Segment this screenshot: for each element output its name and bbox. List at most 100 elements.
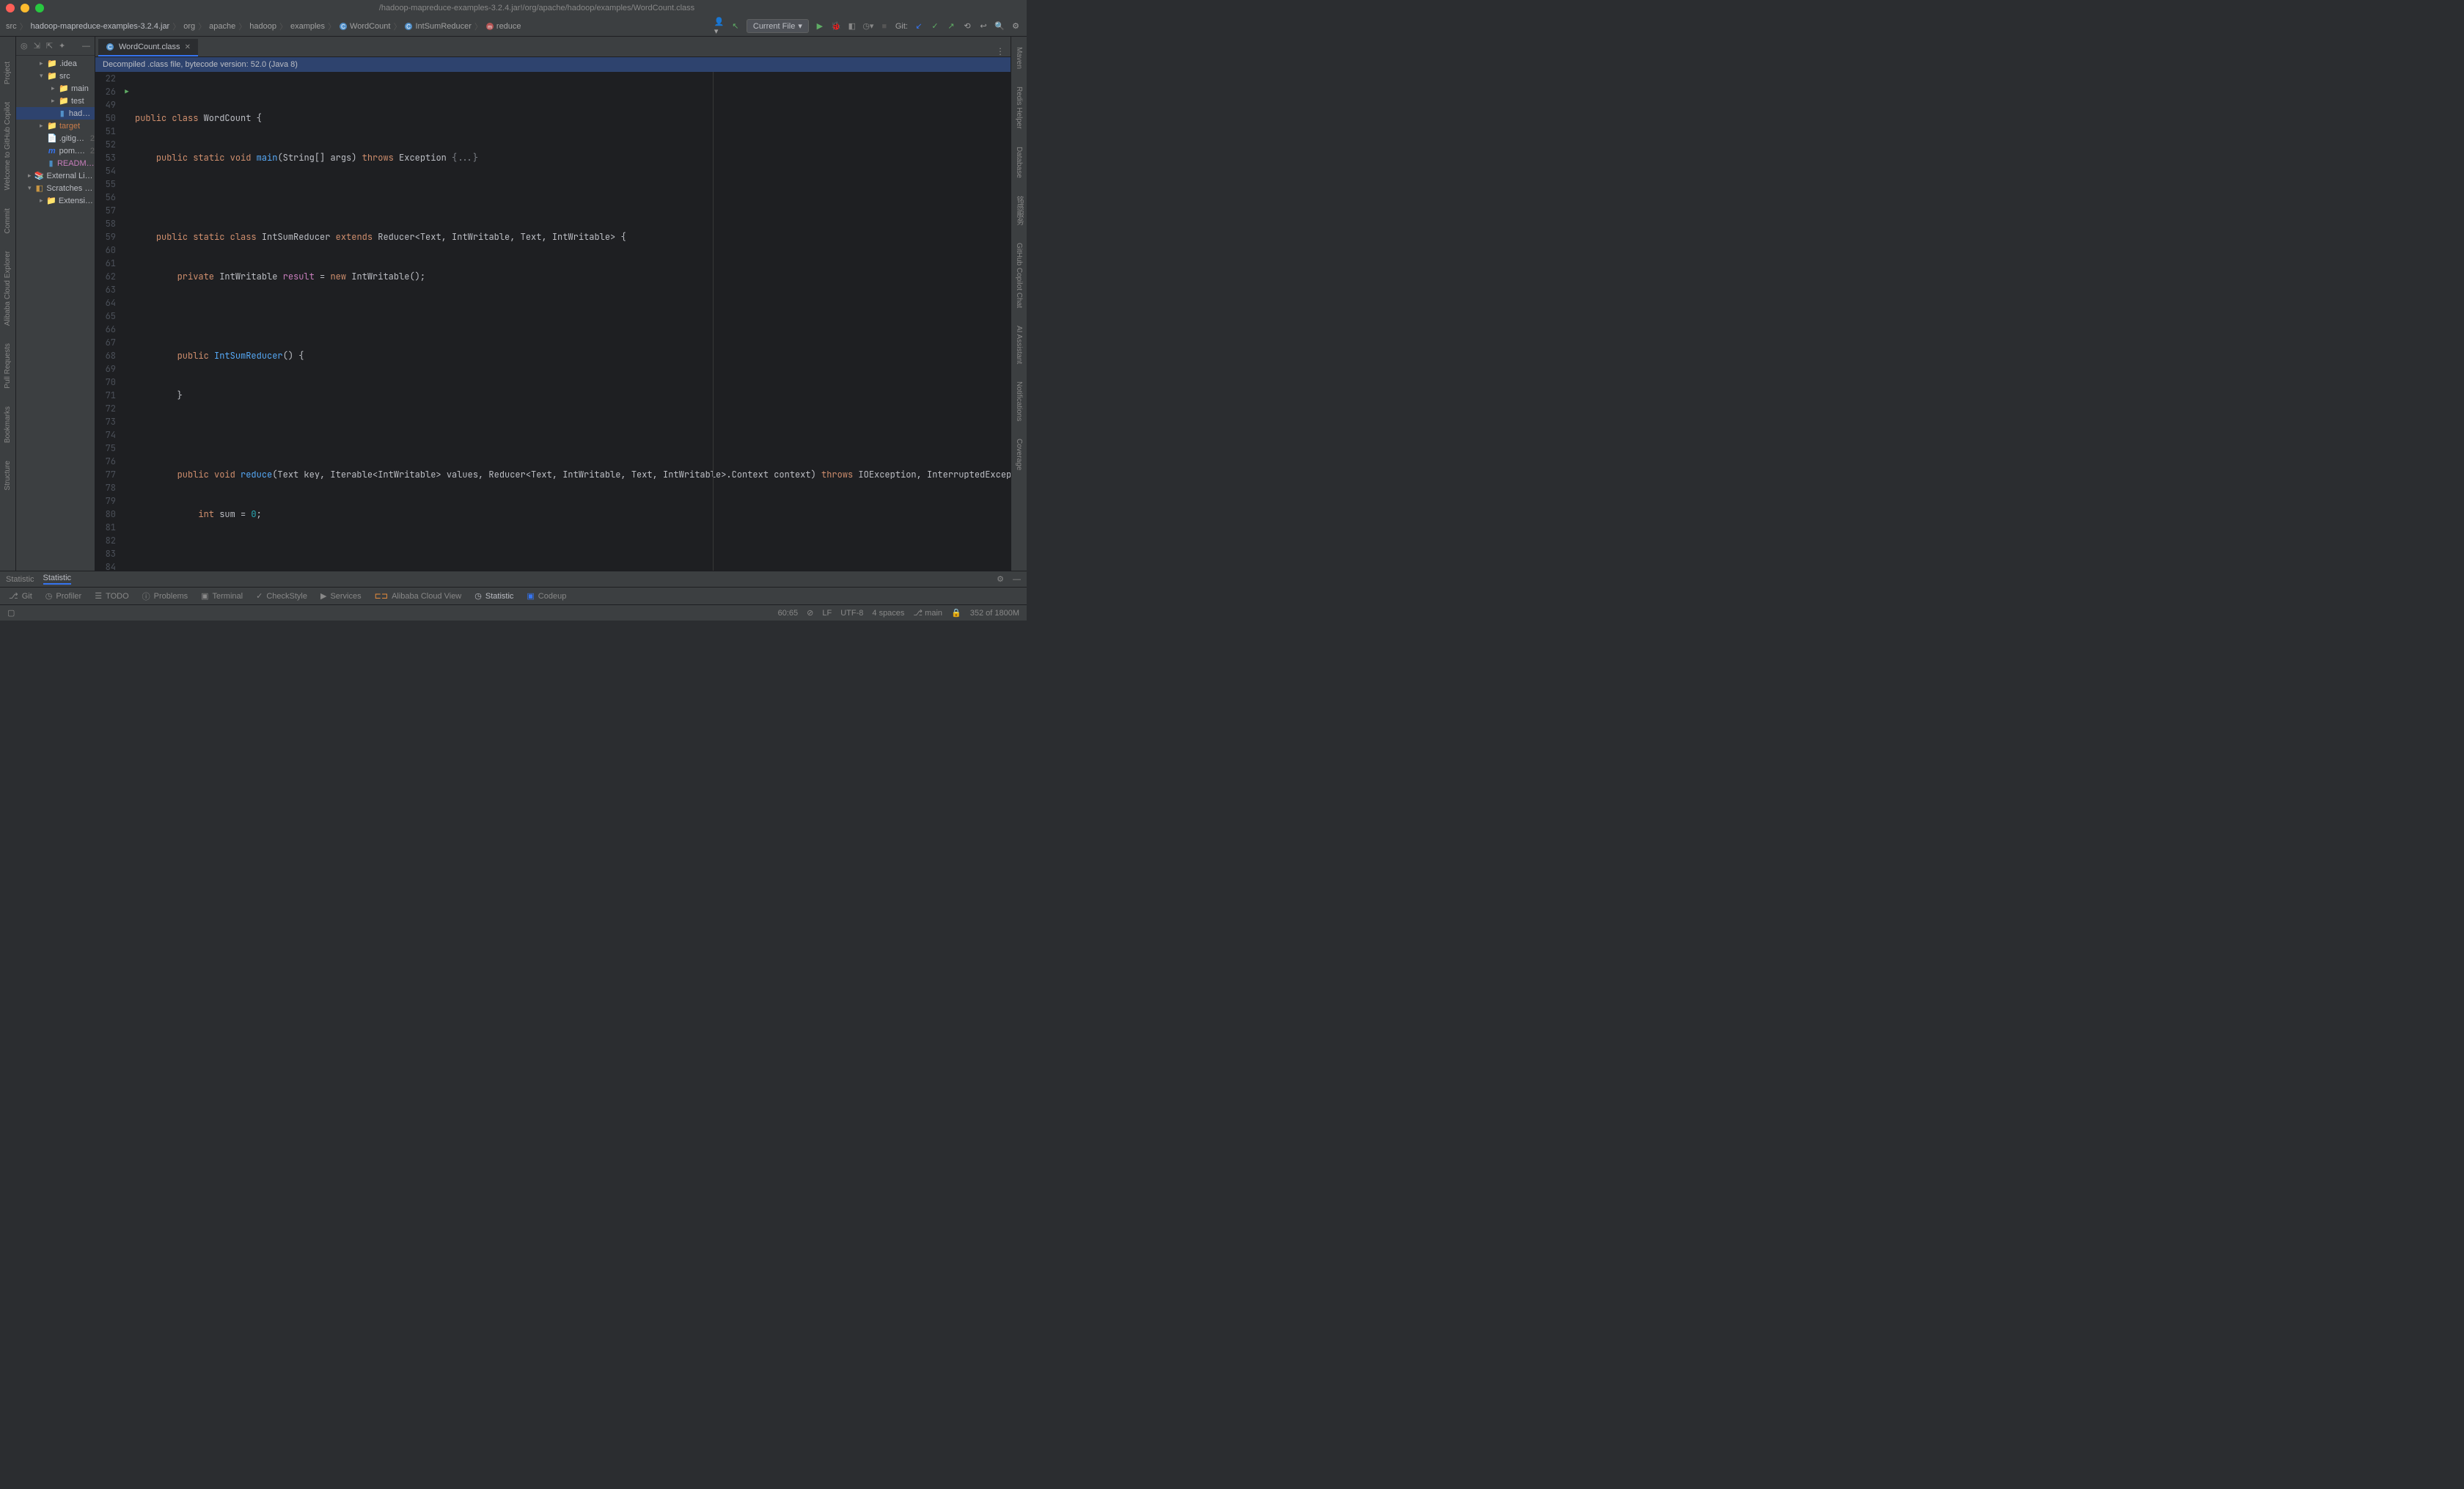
folder-icon: 📁 [59,96,69,106]
tool-hide-icon[interactable]: — [1013,575,1021,584]
decompiled-notice: Decompiled .class file, bytecode version… [95,57,1011,72]
statistic-tab[interactable]: Statistic [6,575,34,584]
statistic-tab-active[interactable]: Statistic [43,574,72,585]
breadcrumb-item[interactable]: src [6,22,17,31]
tree-folder[interactable]: ▾📁src [16,70,95,82]
database-tool-button[interactable]: Database [1015,144,1023,181]
tree-file[interactable]: ▮README.md [16,157,95,169]
run-config-selector[interactable]: Current File▾ [747,19,809,33]
git-history-icon[interactable]: ⟲ [962,21,972,32]
bookmarks-tool-button[interactable]: Bookmarks [4,403,12,446]
copilot-tool-button[interactable]: Welcome to GitHub Copilot [4,99,12,193]
breadcrumb-item[interactable]: mreduce [485,22,521,31]
mingan-tool-button[interactable]: 铭感服务 [1013,193,1024,228]
collapse-all-icon[interactable]: ⇱ [46,41,53,51]
search-icon[interactable]: 🔍 [994,21,1005,32]
tree-file[interactable]: mpom.xml2 [16,144,95,157]
tree-folder[interactable]: ▸📚External Librari [16,169,95,182]
coverage-tool-button[interactable]: Coverage [1015,436,1023,473]
pull-requests-tool-button[interactable]: Pull Requests [4,340,12,392]
titlebar: /hadoop-mapreduce-examples-3.2.4.jar!/or… [0,0,1027,16]
code-content[interactable]: public class WordCount { public static v… [132,72,1011,571]
build-icon[interactable]: ↖ [730,21,741,32]
checkstyle-tool-button[interactable]: ✓CheckStyle [256,591,307,601]
maven-tool-button[interactable]: Maven [1015,44,1023,72]
run-gutter-icon[interactable]: ▶ [125,85,128,98]
notifications-tool-button[interactable]: Notifications [1015,378,1023,424]
traffic-lights [6,4,44,12]
run-icon[interactable]: ▶ [815,21,825,32]
breadcrumb-item[interactable]: CIntSumReducer [404,22,471,31]
redis-tool-button[interactable]: Redis Helper [1015,84,1023,132]
tree-folder-selected[interactable]: ▮hadoop- [16,107,95,120]
select-opened-icon[interactable]: ◎ [21,41,28,51]
project-tool-button[interactable]: Project [4,59,12,87]
alibaba-explorer-tool-button[interactable]: Alibaba Cloud Explorer [4,248,12,329]
stop-icon[interactable]: ■ [879,21,890,32]
project-tree[interactable]: ▸📁.idea ▾📁src ▸📁main ▸📁test ▮hadoop- ▸📁t… [16,56,95,208]
tabs-more-icon[interactable]: ⋮ [990,46,1011,56]
profiler-tool-button[interactable]: ◷Profiler [45,591,81,601]
tree-folder[interactable]: ▸📁Extensions [16,194,95,207]
tree-folder[interactable]: ▸📁.idea [16,57,95,70]
settings-icon[interactable]: ⚙ [1011,21,1021,32]
maximize-window-icon[interactable] [35,4,44,12]
breadcrumb-item[interactable]: hadoop [249,22,276,31]
breadcrumb-item[interactable]: examples [290,22,325,31]
profile-icon[interactable]: ◷▾ [863,21,873,32]
problems-tool-button[interactable]: ⓘProblems [142,590,188,602]
todo-tool-button[interactable]: ☰TODO [95,591,128,601]
statistic-tool-button[interactable]: ◷Statistic [474,591,513,601]
commit-tool-button[interactable]: Commit [4,205,12,236]
indent-setting[interactable]: 4 spaces [872,609,904,618]
class-icon: C [404,22,413,31]
ai-assistant-tool-button[interactable]: AI Assistant [1015,323,1023,367]
structure-tool-button[interactable]: Structure [4,458,12,494]
git-push-icon[interactable]: ↗ [946,21,956,32]
breadcrumb-item[interactable]: hadoop-mapreduce-examples-3.2.4.jar [31,22,170,31]
expand-all-icon[interactable]: ⇲ [34,41,40,51]
svg-text:C: C [407,23,411,30]
line-separator-icon[interactable]: ⊘ [807,608,813,618]
line-separator[interactable]: LF [822,609,832,618]
git-tool-button[interactable]: ⎇Git [9,591,32,601]
tree-file[interactable]: 📄.gitignore2 [16,132,95,144]
hide-icon[interactable]: — [82,42,90,51]
copilot-chat-tool-button[interactable]: GitHub Copilot Chat [1015,240,1023,311]
file-encoding[interactable]: UTF-8 [840,609,863,618]
editor-tab[interactable]: C WordCount.class ✕ [98,39,198,56]
breadcrumb-item[interactable]: apache [209,22,235,31]
close-tab-icon[interactable]: ✕ [185,43,191,51]
tree-folder[interactable]: ▸📁test [16,95,95,107]
debug-icon[interactable]: 🐞 [831,21,841,32]
tool-settings-icon[interactable]: ⚙ [997,574,1004,584]
services-tool-button[interactable]: ▶Services [320,591,362,601]
user-icon[interactable]: 👤▾ [714,21,725,32]
cursor-position[interactable]: 60:65 [778,609,799,618]
git-rollback-icon[interactable]: ↩ [978,21,989,32]
terminal-tool-button[interactable]: ▣Terminal [201,591,243,601]
tree-folder[interactable]: ▾◧Scratches and [16,182,95,194]
project-settings-icon[interactable]: ✦ [59,41,65,51]
terminal-icon: ▣ [201,591,208,601]
tab-label: WordCount.class [119,43,180,51]
lock-icon[interactable]: 🔒 [951,608,961,618]
breadcrumb-item[interactable]: org [183,22,195,31]
git-branch-indicator[interactable]: ⎇ main [913,608,942,618]
alibaba-cloud-view-button[interactable]: ⊏⊐Alibaba Cloud View [375,591,462,601]
code-editor[interactable]: 2226495051525354555657585960616263646566… [95,72,1011,571]
close-window-icon[interactable] [6,4,15,12]
breadcrumb: src〉 hadoop-mapreduce-examples-3.2.4.jar… [6,21,714,32]
tree-folder[interactable]: ▸📁target [16,120,95,132]
minimize-window-icon[interactable] [21,4,29,12]
codeup-tool-button[interactable]: ▣Codeup [527,591,566,601]
git-commit-icon[interactable]: ✓ [930,21,940,32]
memory-indicator[interactable]: 352 of 1800M [970,609,1019,618]
tree-folder[interactable]: ▸📁main [16,82,95,95]
coverage-icon[interactable]: ◧ [847,21,857,32]
svg-text:m: m [488,25,492,30]
breadcrumb-item[interactable]: CWordCount [339,22,390,31]
git-update-icon[interactable]: ↙ [914,21,924,32]
quick-access-icon[interactable]: ▢ [7,608,15,618]
todo-icon: ☰ [95,591,102,601]
